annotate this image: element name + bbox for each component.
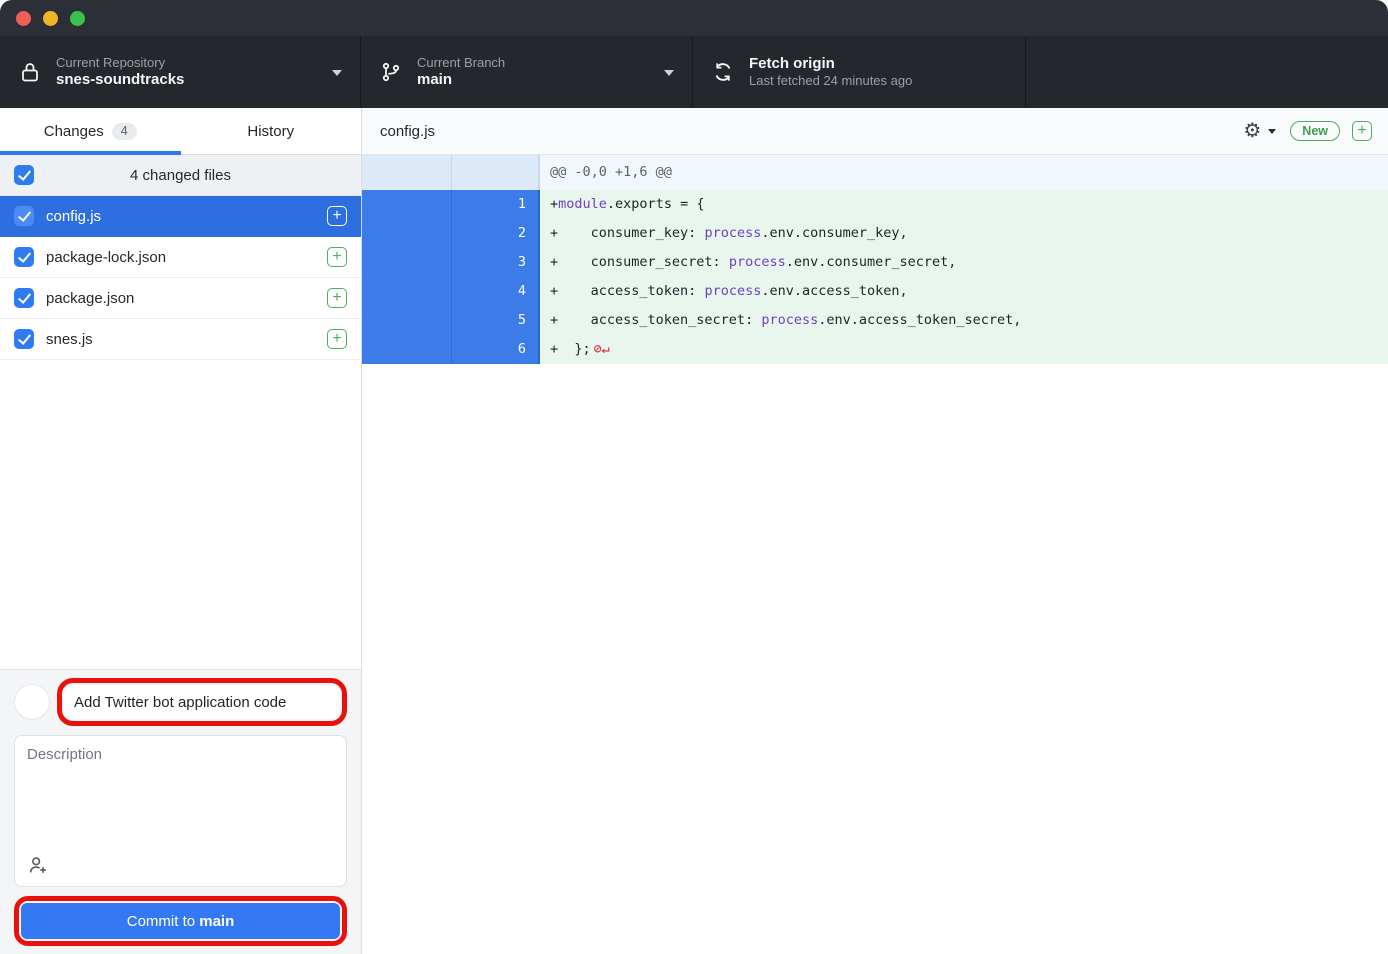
tab-changes[interactable]: Changes 4 xyxy=(0,108,181,154)
file-list-empty-space xyxy=(0,360,361,669)
chevron-down-icon xyxy=(664,70,674,76)
code-line: + access_token_secret: process.env.acces… xyxy=(540,306,1388,335)
commit-description-input[interactable] xyxy=(15,736,346,848)
file-name: package.json xyxy=(46,290,315,307)
added-file-icon: + xyxy=(327,288,347,308)
diff-pane: config.js ⚙ New + @@ -0,0 +1,6 @@ 1 +mod… xyxy=(362,108,1388,954)
current-branch-label: Current Branch xyxy=(417,55,505,71)
changes-sidebar: Changes 4 History 4 changed files config… xyxy=(0,108,362,954)
select-all-row: 4 changed files xyxy=(0,155,361,196)
close-window-button[interactable] xyxy=(16,11,31,26)
github-desktop-window: Current Repository snes-soundtracks Curr… xyxy=(0,0,1388,954)
fetch-origin-button[interactable]: Fetch origin Last fetched 24 minutes ago xyxy=(693,36,1026,108)
current-branch-value: main xyxy=(417,71,505,90)
file-checkbox[interactable] xyxy=(14,247,34,267)
code-line: +module.exports = { xyxy=(540,190,1388,219)
tab-history-label: History xyxy=(247,123,294,140)
file-checkbox[interactable] xyxy=(14,288,34,308)
file-name: config.js xyxy=(46,208,315,225)
file-row-config-js[interactable]: config.js + xyxy=(0,196,361,237)
commit-form: Commit to main xyxy=(0,669,361,954)
diff-file-name: config.js xyxy=(380,123,1243,140)
no-newline-icon xyxy=(704,196,707,212)
no-newline-icon xyxy=(956,254,959,270)
file-row-package-json[interactable]: package.json + xyxy=(0,278,361,319)
changes-count-badge: 4 xyxy=(112,123,137,140)
avatar xyxy=(14,684,50,720)
no-newline-icon: ⊘↵ xyxy=(591,341,610,357)
fetch-origin-status: Last fetched 24 minutes ago xyxy=(749,73,912,89)
changed-files-label: 4 changed files xyxy=(130,167,231,184)
file-name: package-lock.json xyxy=(46,249,315,266)
no-newline-icon xyxy=(908,283,911,299)
new-line-number[interactable]: 5 xyxy=(452,306,540,335)
annotation-ring-summary xyxy=(57,678,347,726)
old-line-number[interactable] xyxy=(362,277,452,306)
diff-line[interactable]: 3 + consumer_secret: process.env.consume… xyxy=(362,248,1388,277)
code-line: + access_token: process.env.access_token… xyxy=(540,277,1388,306)
old-line-number[interactable] xyxy=(362,190,452,219)
new-line-number[interactable]: 4 xyxy=(452,277,540,306)
current-branch-button[interactable]: Current Branch main xyxy=(361,36,693,108)
old-line-number[interactable] xyxy=(362,335,452,364)
new-line-number[interactable]: 6 xyxy=(452,335,540,364)
git-branch-icon xyxy=(379,60,403,84)
added-file-icon: + xyxy=(327,329,347,349)
diff-line[interactable]: 5 + access_token_secret: process.env.acc… xyxy=(362,306,1388,335)
chevron-down-icon xyxy=(332,70,342,76)
old-line-number[interactable] xyxy=(362,306,452,335)
file-name: snes.js xyxy=(46,331,315,348)
old-line-number[interactable] xyxy=(362,219,452,248)
sidebar-tabs: Changes 4 History xyxy=(0,108,361,155)
new-line-number[interactable]: 1 xyxy=(452,190,540,219)
file-checkbox[interactable] xyxy=(14,206,34,226)
fetch-origin-label: Fetch origin xyxy=(749,55,912,74)
maximize-window-button[interactable] xyxy=(70,11,85,26)
select-all-checkbox[interactable] xyxy=(14,165,34,185)
titlebar xyxy=(0,0,1388,36)
tab-changes-label: Changes xyxy=(44,123,104,140)
added-file-icon: + xyxy=(327,247,347,267)
no-newline-icon xyxy=(1021,312,1024,328)
new-line-number[interactable]: 3 xyxy=(452,248,540,277)
toolbar-spacer xyxy=(1026,36,1388,108)
add-coauthor-icon[interactable] xyxy=(27,854,49,876)
code-line: + consumer_secret: process.env.consumer_… xyxy=(540,248,1388,277)
new-line-number[interactable]: 2 xyxy=(452,219,540,248)
file-row-snes-js[interactable]: snes.js + xyxy=(0,319,361,360)
annotation-ring-commit-button: Commit to main xyxy=(14,896,347,946)
file-row-package-lock-json[interactable]: package-lock.json + xyxy=(0,237,361,278)
sync-icon xyxy=(711,60,735,84)
minimize-window-button[interactable] xyxy=(43,11,58,26)
code-line: + consumer_key: process.env.consumer_key… xyxy=(540,219,1388,248)
current-repository-value: snes-soundtracks xyxy=(56,71,184,90)
diff-line[interactable]: 1 +module.exports = { xyxy=(362,190,1388,219)
added-file-icon: + xyxy=(327,206,347,226)
expand-diff-icon[interactable]: + xyxy=(1352,121,1372,141)
diff-header: config.js ⚙ New + xyxy=(362,108,1388,155)
hunk-header-text: @@ -0,0 +1,6 @@ xyxy=(540,155,1388,190)
commit-description-box xyxy=(14,735,347,887)
commit-summary-input[interactable] xyxy=(64,685,340,719)
diff-line[interactable]: 2 + consumer_key: process.env.consumer_k… xyxy=(362,219,1388,248)
no-newline-icon xyxy=(908,225,911,241)
chevron-down-icon[interactable] xyxy=(1268,129,1276,134)
hunk-header-row: @@ -0,0 +1,6 @@ xyxy=(362,155,1388,190)
gear-icon[interactable]: ⚙ xyxy=(1243,121,1261,141)
current-repository-button[interactable]: Current Repository snes-soundtracks xyxy=(0,36,361,108)
commit-to-main-button[interactable]: Commit to main xyxy=(21,903,340,939)
toolbar: Current Repository snes-soundtracks Curr… xyxy=(0,36,1388,108)
code-line: + };⊘↵ xyxy=(540,335,1388,364)
diff-body: @@ -0,0 +1,6 @@ 1 +module.exports = { 2 … xyxy=(362,155,1388,364)
new-file-badge: New xyxy=(1290,121,1340,141)
tab-history[interactable]: History xyxy=(181,108,362,154)
old-line-number[interactable] xyxy=(362,248,452,277)
file-checkbox[interactable] xyxy=(14,329,34,349)
current-repository-label: Current Repository xyxy=(56,55,184,71)
diff-line[interactable]: 6 + };⊘↵ xyxy=(362,335,1388,364)
lock-icon xyxy=(18,60,42,84)
diff-line[interactable]: 4 + access_token: process.env.access_tok… xyxy=(362,277,1388,306)
